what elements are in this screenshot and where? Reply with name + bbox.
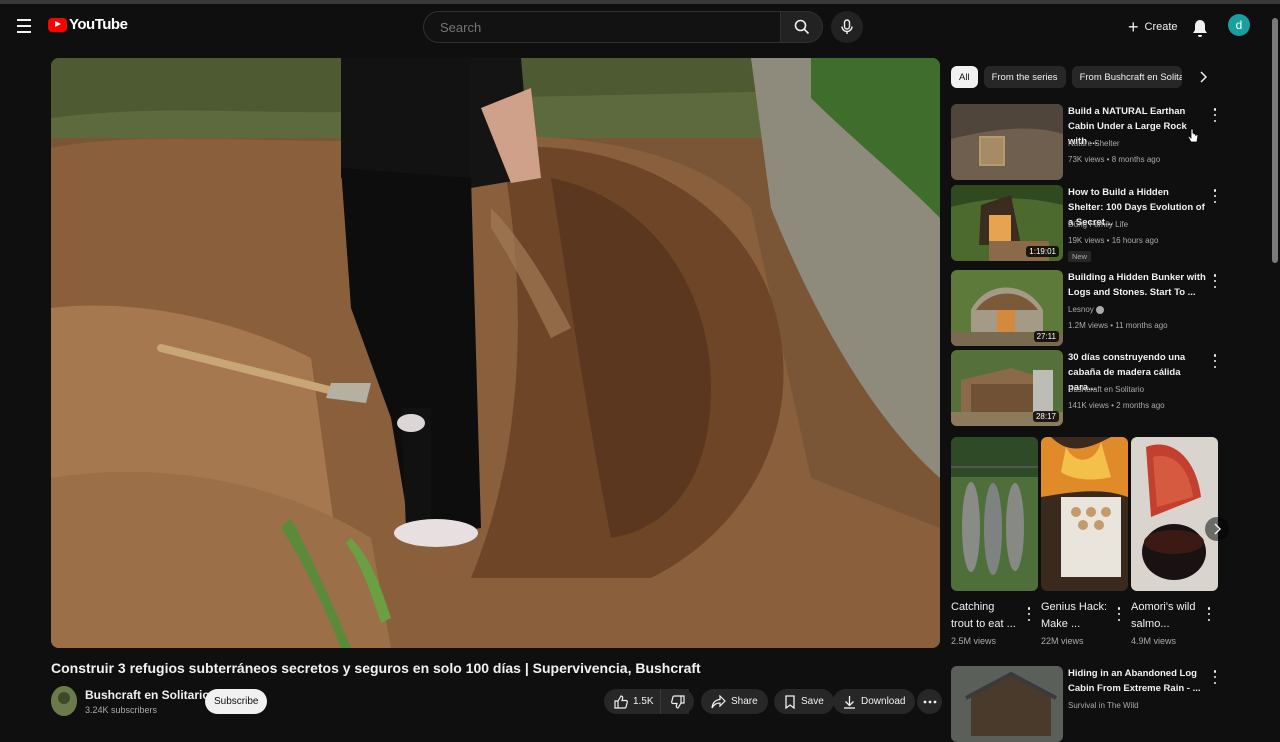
duration-badge: 28:17 <box>1032 411 1059 422</box>
more-actions-button[interactable] <box>917 689 942 714</box>
short-views: 22M views <box>1041 636 1084 646</box>
create-button[interactable]: + Create <box>1118 13 1188 41</box>
thumbs-down-icon <box>670 694 685 709</box>
short-views: 4.9M views <box>1131 636 1177 646</box>
recommendation-meta: 73K views • 8 months ago <box>1068 155 1161 164</box>
short-item[interactable]: Genius Hack: Make ... 22M views <box>1041 437 1128 646</box>
short-thumbnail[interactable] <box>951 437 1038 591</box>
recommendation-item[interactable]: Hiding in an Abandoned Log Cabin From Ex… <box>951 666 1221 742</box>
plus-icon: + <box>1128 17 1139 37</box>
notifications-bell-icon[interactable] <box>1188 17 1212 41</box>
short-item[interactable]: Aomori's wild salmo... 4.9M views <box>1131 437 1218 646</box>
voice-search-button[interactable] <box>831 11 863 43</box>
account-avatar[interactable]: d <box>1228 14 1250 36</box>
youtube-play-icon <box>48 17 67 32</box>
save-label: Save <box>801 696 824 707</box>
share-button[interactable]: Share <box>701 689 768 714</box>
duration-badge: 27:11 <box>1033 331 1059 342</box>
chips-next-chevron-icon[interactable] <box>1194 66 1212 88</box>
video-thumbnail[interactable]: 28:17 <box>951 350 1063 426</box>
recommendation-title[interactable]: Hiding in an Abandoned Log Cabin From Ex… <box>1068 666 1206 696</box>
filter-chips: All From the series From Bushcraft en So… <box>951 66 1182 88</box>
top-bar: YouTube + Create d <box>0 0 1280 56</box>
more-vert-icon[interactable] <box>1205 607 1213 621</box>
short-thumbnail[interactable] <box>1041 437 1128 591</box>
recommendation-item[interactable]: 27:11 Building a Hidden Bunker with Logs… <box>951 270 1221 346</box>
search-bar <box>423 11 823 43</box>
verified-icon <box>1096 305 1105 314</box>
short-title[interactable]: Catching trout to eat ... <box>951 599 1019 633</box>
more-vert-icon[interactable] <box>1211 670 1219 684</box>
save-button[interactable]: Save <box>774 689 834 714</box>
chip-from-the-series[interactable]: From the series <box>983 66 1066 88</box>
recommendation-meta: 1.2M views • 11 months ago <box>1068 321 1168 330</box>
recommendation-item[interactable]: Build a NATURAL Earthan Cabin Under a La… <box>951 104 1221 180</box>
more-vert-icon[interactable] <box>1211 354 1219 368</box>
logo-text: YouTube <box>69 16 128 33</box>
more-vert-icon[interactable] <box>1211 274 1219 288</box>
short-title[interactable]: Aomori's wild salmo... <box>1131 599 1199 633</box>
chip-all[interactable]: All <box>951 66 978 88</box>
video-frame <box>51 58 940 648</box>
share-icon <box>711 694 726 708</box>
share-label: Share <box>731 696 758 707</box>
recommendation-item[interactable]: 28:17 30 días construyendo una cabaña de… <box>951 350 1221 426</box>
recommendation-channel[interactable]: Bushcraft en Solitario <box>1068 385 1144 394</box>
channel-avatar[interactable] <box>51 686 77 716</box>
video-thumbnail[interactable]: 1:19:01 <box>951 185 1063 261</box>
video-thumbnail[interactable]: 27:11 <box>951 270 1063 346</box>
youtube-logo[interactable]: YouTube <box>48 16 128 33</box>
mouse-pointer-icon <box>1187 128 1199 149</box>
more-vert-icon[interactable] <box>1115 607 1123 621</box>
search-button[interactable] <box>781 11 823 43</box>
shorts-shelf: Catching trout to eat ... 2.5M views Gen… <box>951 437 1221 657</box>
more-vert-icon[interactable] <box>1025 607 1033 621</box>
recommendation-channel[interactable]: Lesnoy <box>1068 305 1105 314</box>
microphone-icon <box>841 19 853 34</box>
more-vert-icon[interactable] <box>1211 189 1219 203</box>
duration-badge: 1:19:01 <box>1026 246 1059 257</box>
short-views: 2.5M views <box>951 636 997 646</box>
subscribe-button[interactable]: Subscribe <box>205 689 268 714</box>
shorts-next-chevron-icon[interactable] <box>1205 517 1229 541</box>
video-player[interactable] <box>51 58 940 648</box>
recommendation-meta: 19K views • 16 hours ago <box>1068 236 1159 245</box>
thumbs-up-icon <box>614 694 628 709</box>
recommendation-item[interactable]: 1:19:01 How to Build a Hidden Shelter: 1… <box>951 185 1221 262</box>
channel-name: Lesnoy <box>1068 305 1094 314</box>
short-thumbnail[interactable] <box>1131 437 1218 591</box>
chip-from-channel[interactable]: From Bushcraft en Solitario <box>1071 66 1182 88</box>
short-title[interactable]: Genius Hack: Make ... <box>1041 599 1109 633</box>
video-thumbnail[interactable] <box>951 666 1063 742</box>
bookmark-icon <box>785 694 795 709</box>
page-scrollbar[interactable] <box>1272 18 1278 263</box>
like-count: 1.5K <box>633 696 654 707</box>
recommendation-channel[interactable]: Nature Shelter <box>1068 139 1120 148</box>
channel-row: Bushcraft en Solitario 3.24K subscribers… <box>51 686 942 718</box>
new-badge: New <box>1068 251 1092 262</box>
channel-name[interactable]: Bushcraft en Solitario <box>85 688 210 702</box>
download-button[interactable]: Download <box>833 689 916 714</box>
recommendation-channel[interactable]: Dũng Family Life <box>1068 220 1128 229</box>
dislike-button[interactable] <box>660 689 694 714</box>
short-item[interactable]: Catching trout to eat ... 2.5M views <box>951 437 1038 646</box>
recommendation-meta: 141K views • 2 months ago <box>1068 401 1165 410</box>
menu-icon[interactable] <box>12 14 36 38</box>
create-label: Create <box>1144 21 1178 33</box>
video-title: Construir 3 refugios subterráneos secret… <box>51 660 701 676</box>
search-input[interactable] <box>423 11 781 43</box>
more-vert-icon[interactable] <box>1211 108 1219 122</box>
recommendation-channel[interactable]: Survival in The Wild <box>1068 701 1139 710</box>
download-label: Download <box>861 696 906 707</box>
recommendation-title[interactable]: Building a Hidden Bunker with Logs and S… <box>1068 270 1206 300</box>
more-horizontal-icon <box>923 700 936 703</box>
download-icon <box>844 695 855 709</box>
video-thumbnail[interactable] <box>951 104 1063 180</box>
search-icon <box>794 19 809 35</box>
subscriber-count: 3.24K subscribers <box>85 705 158 715</box>
